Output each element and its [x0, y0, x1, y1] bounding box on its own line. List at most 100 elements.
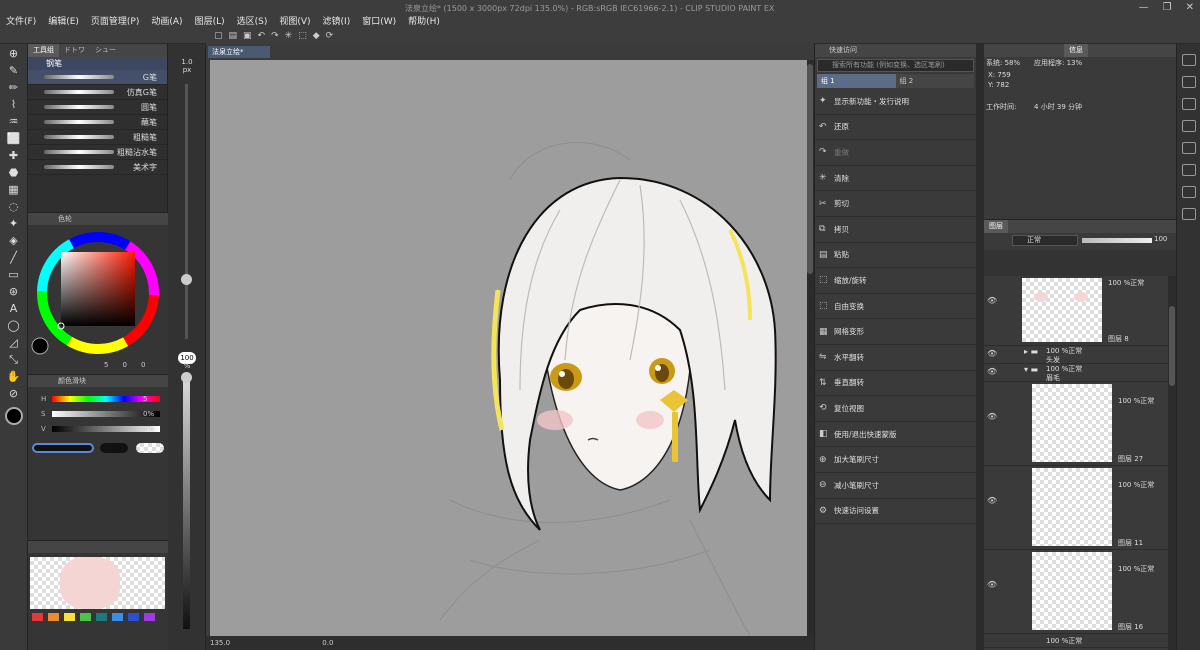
brush-tool-icon[interactable]: ⌇ [4, 98, 24, 112]
eye-icon[interactable]: 👁 [987, 580, 997, 589]
swatch-navy[interactable] [128, 613, 139, 621]
new-icon[interactable]: ▢ [214, 31, 223, 44]
quick-item[interactable]: ↶ 还原 [815, 115, 977, 141]
quick-item[interactable]: ✦ 显示新功能・发行说明 [815, 89, 977, 115]
eraser-tool-icon[interactable]: ⬜ [4, 132, 24, 146]
layer-folder-row[interactable]: 👁 ▸ ▬ 100 %正常 头发 [984, 346, 1176, 364]
search-icon[interactable] [1181, 208, 1196, 220]
menu-edit[interactable]: 编辑(E) [42, 14, 85, 30]
auto-select-icon[interactable]: ✦ [4, 217, 24, 231]
quick-item[interactable]: ◧ 使用/退出快速蒙版 [815, 422, 977, 448]
quick-item[interactable]: ⬚ 自由变换 [815, 294, 977, 320]
maximize-icon[interactable]: ❐ [1163, 2, 1172, 13]
quick-item[interactable]: ▦ 网格变形 [815, 319, 977, 345]
redo-icon[interactable]: ↷ [271, 31, 279, 44]
layer-opacity-value[interactable]: 100 [1154, 235, 1167, 243]
quick-item[interactable]: ⇋ 水平翻转 [815, 345, 977, 371]
tab-info-1[interactable] [984, 44, 1024, 57]
brush-item-fake-gpen[interactable]: 仿真G笔 [28, 85, 167, 100]
brush-item-rough-dip[interactable]: 粗糙沾水笔 [28, 145, 167, 160]
brush-size-handle[interactable] [181, 274, 192, 285]
fill-icon[interactable]: ◆ [313, 31, 320, 44]
swatch-purple[interactable] [144, 613, 155, 621]
angle-value[interactable]: 0.0 [322, 639, 333, 647]
main-color-swatch[interactable] [4, 407, 23, 425]
quick-item[interactable]: ▤ 粘贴 [815, 243, 977, 269]
eye-icon[interactable]: 👁 [987, 349, 997, 358]
menu-help[interactable]: 帮助(H) [402, 14, 446, 30]
main-color-bar[interactable] [32, 443, 94, 453]
tab-info[interactable]: 信息 [1064, 44, 1088, 57]
pen-tool-icon[interactable]: ✎ [4, 64, 24, 78]
layer-icon[interactable] [1181, 120, 1196, 132]
opacity-track[interactable] [183, 374, 190, 629]
quick-item[interactable]: ⊕ 加大笔刷尺寸 [815, 447, 977, 473]
property-icon[interactable] [1181, 186, 1196, 198]
swatch-green[interactable] [80, 613, 91, 621]
material-icon[interactable] [1181, 142, 1196, 154]
menu-page[interactable]: 页面管理(P) [85, 14, 145, 30]
tab-group-2[interactable]: 组 2 [895, 74, 974, 88]
fill-tool-icon[interactable]: ⬣ [4, 166, 24, 180]
minimize-icon[interactable]: — [1139, 2, 1149, 13]
brush-item-round[interactable]: 圆笔 [28, 100, 167, 115]
bucket-tool-icon[interactable]: ◈ [4, 234, 24, 248]
menu-view[interactable]: 视图(V) [273, 14, 316, 30]
layer-row[interactable]: 👁 100 %正常 图层 27 [984, 382, 1176, 466]
eye-icon[interactable]: 👁 [987, 367, 997, 376]
quick-item[interactable]: ✂ 剪切 [815, 191, 977, 217]
clear-icon[interactable]: ✳ [285, 31, 293, 44]
folder-icon[interactable]: ▸ ▬ [1024, 347, 1038, 356]
brush-item-dip[interactable]: 蘸笔 [28, 115, 167, 130]
swatch-orange[interactable] [48, 613, 59, 621]
brush-size-track[interactable] [185, 84, 188, 339]
line-tool-icon[interactable]: ╱ [4, 251, 24, 265]
menu-filter[interactable]: 滤镜(I) [317, 14, 357, 30]
menu-animation[interactable]: 动画(A) [145, 14, 188, 30]
tab-group-1[interactable]: 组 1 [817, 74, 896, 88]
open-icon[interactable]: ▤ [229, 31, 238, 44]
layer-row[interactable]: 100 %正常 [984, 634, 1176, 648]
swatch-teal[interactable] [96, 613, 107, 621]
text-tool-icon[interactable]: A [4, 302, 24, 316]
color-wheel[interactable] [30, 230, 166, 356]
close-icon[interactable]: ✕ [1186, 2, 1194, 13]
blend-mode-select[interactable]: 正常 [1012, 235, 1078, 246]
zoom-value[interactable]: 135.0 [210, 639, 230, 647]
quick-item[interactable]: ⟲ 复位视图 [815, 396, 977, 422]
history-icon[interactable] [1181, 164, 1196, 176]
eye-icon[interactable]: 👁 [987, 296, 997, 305]
gradient-tool-icon[interactable]: ▭ [4, 268, 24, 282]
document-tab[interactable]: 法泉立绘* [208, 46, 270, 58]
search-input[interactable]: 搜索所有功能 (例如变换、选区笔刷) [817, 59, 974, 72]
tab-toolgroup[interactable]: 工具组 [28, 44, 59, 57]
subtool-group-title[interactable]: 钢笔 [28, 57, 167, 70]
save-icon[interactable]: ▣ [243, 31, 252, 44]
transform-icon[interactable]: ⬚ [298, 31, 307, 44]
layer-scrollbar[interactable] [1168, 276, 1176, 650]
undo-icon[interactable]: ↶ [258, 31, 266, 44]
tab-subtool-3[interactable]: シュー [90, 44, 121, 57]
eyedropper-tool-icon[interactable]: ⊘ [4, 387, 24, 401]
canvas-scrollbar[interactable] [806, 60, 814, 636]
menu-window[interactable]: 窗口(W) [356, 14, 402, 30]
menu-file[interactable]: 文件(F) [0, 14, 42, 30]
quick-item[interactable]: ⊖ 减小笔刷尺寸 [815, 473, 977, 499]
quick-item[interactable]: ⚙ 快速访问设置 [815, 499, 977, 525]
layer-opacity-slider[interactable] [1082, 238, 1152, 243]
panel-divider[interactable] [976, 44, 984, 650]
lasso-tool-icon[interactable]: ◌ [4, 200, 24, 214]
layer-row[interactable]: 👁 100 %正常 图层 8 [984, 276, 1176, 346]
opacity-handle[interactable] [181, 372, 192, 383]
canvas-scroll-thumb[interactable] [807, 64, 813, 274]
pencil-tool-icon[interactable]: ✏ [4, 81, 24, 95]
move-tool-icon[interactable]: ⤡ [4, 353, 24, 367]
rotate-icon[interactable]: ⟳ [326, 31, 334, 44]
wheel-main-color-swatch[interactable] [31, 337, 49, 355]
subview-icon[interactable] [1181, 76, 1196, 88]
canvas[interactable] [210, 60, 807, 636]
quick-item[interactable]: ⇅ 垂直翻转 [815, 371, 977, 397]
frame-tool-icon[interactable]: ▦ [4, 183, 24, 197]
swatch-blue[interactable] [112, 613, 123, 621]
quick-item[interactable]: ✳ 清除 [815, 166, 977, 192]
